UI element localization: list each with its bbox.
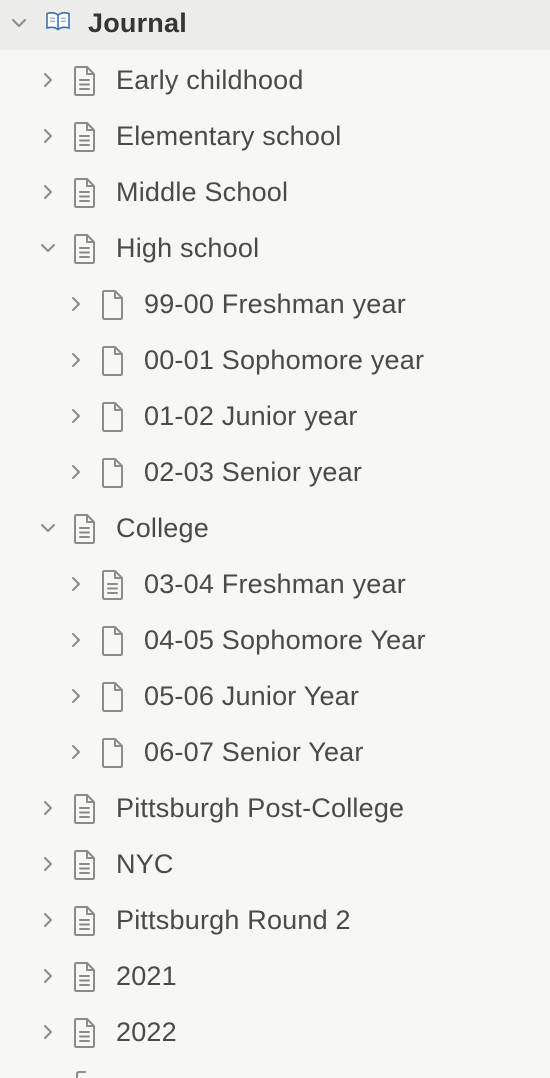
chevron-right-icon[interactable] — [66, 444, 86, 500]
chevron-right-icon[interactable] — [66, 724, 86, 780]
page-lines-icon — [71, 66, 97, 96]
tree-item[interactable]: Pittsburgh Round 2 — [0, 892, 550, 948]
page-lines-icon — [71, 906, 97, 936]
chevron-right-icon[interactable] — [38, 164, 58, 220]
tree-item-label: High school — [116, 233, 260, 263]
tree-item-journal[interactable]: Journal — [0, 0, 550, 50]
tree-item-label: 2022 — [116, 1017, 177, 1047]
chevron-right-icon[interactable] — [38, 948, 58, 1004]
chevron-right-icon[interactable] — [66, 276, 86, 332]
chevron-right-icon[interactable] — [38, 1004, 58, 1060]
tree-item[interactable]: Early childhood — [0, 52, 550, 108]
chevron-right-icon[interactable] — [66, 556, 86, 612]
chevron-right-icon[interactable] — [38, 836, 58, 892]
tree-item[interactable]: NYC — [0, 836, 550, 892]
tree-item-label: Middle School — [116, 177, 289, 207]
page-blank-icon — [99, 682, 125, 712]
page-icon-partial — [73, 1068, 93, 1078]
tree-item[interactable]: 99-00 Freshman year — [0, 276, 550, 332]
tree-item-label: 02-03 Senior year — [144, 457, 363, 487]
page-blank-icon — [99, 738, 125, 768]
page-lines-icon — [99, 570, 125, 600]
tree-item-label: 06-07 Senior Year — [144, 737, 364, 767]
tree-item-label: 99-00 Freshman year — [144, 289, 406, 319]
page-blank-icon — [99, 626, 125, 656]
tree-item-label: 01-02 Junior year — [144, 401, 358, 431]
tree-item[interactable]: 06-07 Senior Year — [0, 724, 550, 780]
page-lines-icon — [71, 122, 97, 152]
tree-item[interactable]: Elementary school — [0, 108, 550, 164]
tree-item-label: 2021 — [116, 961, 177, 991]
page-lines-icon — [71, 178, 97, 208]
tree-item-label: Elementary school — [116, 121, 342, 151]
tree-item[interactable]: Middle School — [0, 164, 550, 220]
tree-item[interactable]: 2022 — [0, 1004, 550, 1060]
tree-item-label: Pittsburgh Round 2 — [116, 905, 351, 935]
tree-item-label: College — [116, 513, 209, 543]
page-lines-icon — [71, 962, 97, 992]
tree-item-label: NYC — [116, 849, 174, 879]
tree-item[interactable]: 01-02 Junior year — [0, 388, 550, 444]
page-tree: Journal Early childhood Elementary school… — [0, 0, 550, 1078]
tree-item-label: Journal — [88, 8, 187, 38]
chevron-down-icon[interactable] — [9, 0, 29, 52]
tree-item-label: 04-05 Sophomore Year — [144, 625, 426, 655]
chevron-right-icon[interactable] — [38, 892, 58, 948]
tree-item-label: 03-04 Freshman year — [144, 569, 406, 599]
tree-item-label: Pittsburgh Post-College — [116, 793, 405, 823]
tree-item-label: Early childhood — [116, 65, 304, 95]
tree-item-label: 00-01 Sophomore year — [144, 345, 425, 375]
tree-item[interactable]: 2021 — [0, 948, 550, 1004]
chevron-right-icon[interactable] — [38, 52, 58, 108]
chevron-right-icon[interactable] — [38, 108, 58, 164]
page-lines-icon — [71, 514, 97, 544]
page-blank-icon — [99, 458, 125, 488]
page-lines-icon — [71, 234, 97, 264]
tree-item[interactable]: 05-06 Junior Year — [0, 668, 550, 724]
page-blank-icon — [99, 346, 125, 376]
page-blank-icon — [99, 290, 125, 320]
chevron-right-icon[interactable] — [38, 780, 58, 836]
chevron-down-icon[interactable] — [38, 220, 58, 276]
chevron-down-icon[interactable] — [38, 500, 58, 556]
tree-item[interactable]: 00-01 Sophomore year — [0, 332, 550, 388]
chevron-right-icon[interactable] — [66, 668, 86, 724]
tree-item[interactable]: 04-05 Sophomore Year — [0, 612, 550, 668]
chevron-right-icon[interactable] — [66, 388, 86, 444]
tree-item[interactable]: 03-04 Freshman year — [0, 556, 550, 612]
page-blank-icon — [99, 402, 125, 432]
chevron-right-icon[interactable] — [66, 332, 86, 388]
tree-item-label: 05-06 Junior Year — [144, 681, 360, 711]
page-lines-icon — [71, 794, 97, 824]
chevron-right-icon[interactable] — [66, 612, 86, 668]
open-book-icon — [45, 10, 71, 32]
tree-item[interactable]: High school — [0, 220, 550, 276]
tree-item[interactable]: 02-03 Senior year — [0, 444, 550, 500]
page-lines-icon — [71, 1018, 97, 1048]
tree-item[interactable]: College — [0, 500, 550, 556]
tree-item[interactable]: Pittsburgh Post-College — [0, 780, 550, 836]
page-lines-icon — [71, 850, 97, 880]
